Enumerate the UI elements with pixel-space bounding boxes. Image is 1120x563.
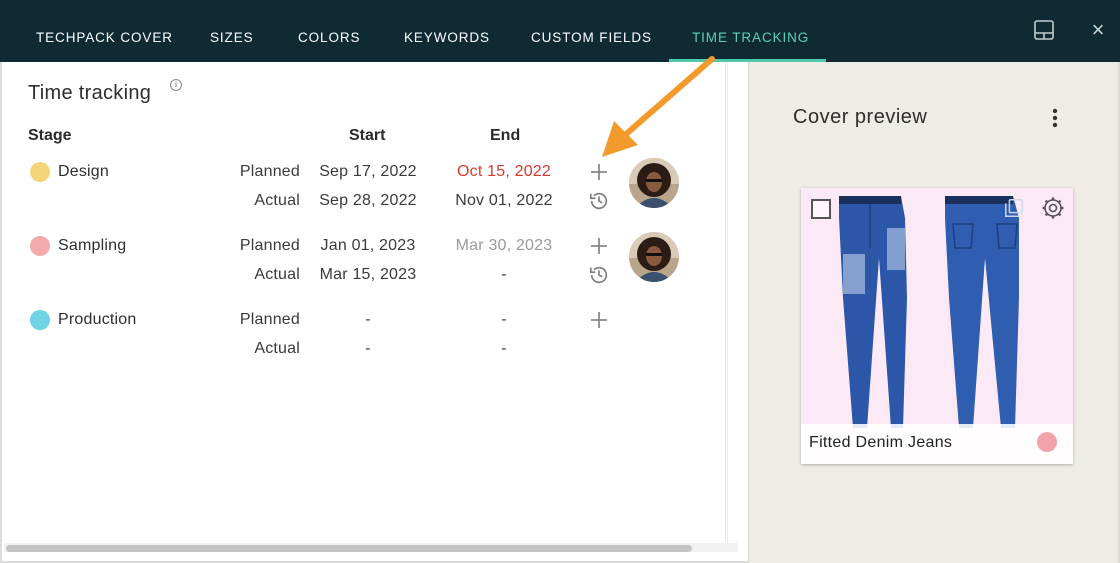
add-icon[interactable] [588,235,610,257]
actual-start-date[interactable]: Mar 15, 2023 [303,266,433,284]
vertical-scroll-area [727,62,747,552]
planned-end-date[interactable]: Oct 15, 2022 [439,163,569,181]
tab-sizes[interactable]: SIZES [210,0,254,62]
settings-gear-icon[interactable] [1041,196,1065,220]
tab-time-tracking[interactable]: TIME TRACKING [692,0,809,62]
status-dot [1037,432,1057,452]
add-icon[interactable] [588,309,610,331]
stage-name-design: Design [58,163,110,180]
header-end: End [490,127,521,144]
cover-preview-panel: Cover preview Fitted Denim Jeans [748,62,1118,563]
avatar[interactable] [629,232,679,282]
actual-start-date[interactable]: Sep 28, 2022 [303,192,433,210]
more-options-icon[interactable] [1046,106,1064,130]
stage-color-dot [30,162,50,182]
actual-end-date[interactable]: - [439,340,569,358]
info-icon[interactable]: i [170,79,182,91]
header-stage: Stage [28,127,72,144]
stage-color-dot [30,310,50,330]
annotation-arrow-icon [602,56,715,157]
actual-label: Actual [254,266,300,283]
planned-label: Planned [239,311,300,328]
tab-colors[interactable]: COLORS [298,0,360,62]
cover-preview-title: Cover preview [793,106,928,128]
actual-end-date[interactable]: Nov 01, 2022 [439,192,569,210]
history-icon[interactable] [588,190,610,212]
page-title: Time tracking [28,82,152,104]
tab-keywords[interactable]: KEYWORDS [404,0,490,62]
tab-techpack-cover[interactable]: TECHPACK COVER [36,0,173,62]
planned-start-date[interactable]: - [303,311,433,329]
copy-icon[interactable] [1003,197,1025,219]
planned-label: Planned [239,163,300,180]
card-footer: Fitted Denim Jeans [801,424,1073,464]
header-start: Start [349,127,386,144]
product-name: Fitted Denim Jeans [809,434,953,451]
tab-bar: TECHPACK COVER SIZES COLORS KEYWORDS CUS… [0,0,1120,62]
panel-layout-icon[interactable] [1032,18,1056,42]
planned-start-date[interactable]: Sep 17, 2022 [303,163,433,181]
select-checkbox[interactable] [811,199,831,219]
planned-end-date[interactable]: Mar 30, 2023 [439,237,569,255]
actual-label: Actual [254,192,300,209]
actual-label: Actual [254,340,300,357]
jeans-image [839,196,1019,428]
planned-label: Planned [239,237,300,254]
close-icon[interactable]: × [1086,18,1110,42]
stage-name-production: Production [58,311,137,328]
stage-name-sampling: Sampling [58,237,127,254]
stage-color-dot [30,236,50,256]
actual-end-date[interactable]: - [439,266,569,284]
history-icon[interactable] [588,264,610,286]
horizontal-scrollbar-thumb[interactable] [6,545,692,552]
tab-custom-fields[interactable]: CUSTOM FIELDS [531,0,652,62]
planned-start-date[interactable]: Jan 01, 2023 [303,237,433,255]
planned-end-date[interactable]: - [439,311,569,329]
actual-start-date[interactable]: - [303,340,433,358]
product-card[interactable]: Fitted Denim Jeans [801,188,1073,464]
